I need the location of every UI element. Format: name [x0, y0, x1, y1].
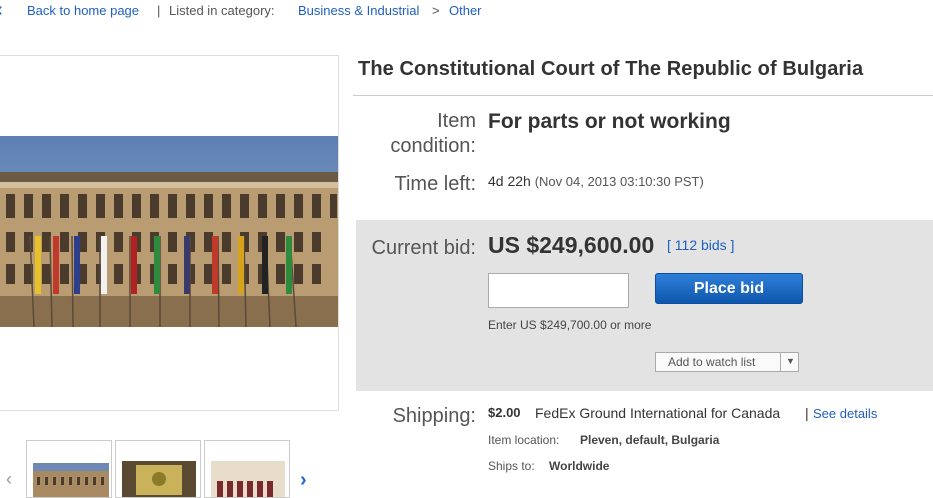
shipping-price: $2.00	[488, 405, 521, 420]
current-bid-amount: US $249,600.00	[488, 232, 655, 258]
breadcrumb-divider: |	[157, 3, 161, 18]
thumbnail-prev-icon[interactable]: ‹	[6, 469, 12, 490]
see-details-link[interactable]: See details	[813, 406, 877, 421]
item-location-label: Item location:	[488, 433, 560, 447]
thumbnail-next-icon[interactable]: ›	[300, 469, 307, 492]
time-left-remaining: 4d 22h	[488, 173, 531, 189]
breadcrumb: ‹ Back to home page | Listed in category…	[0, 0, 933, 22]
back-to-home-link[interactable]: Back to home page	[27, 3, 139, 18]
end-date: (Nov 04, 2013 03:10:30 PST)	[534, 174, 704, 189]
place-bid-button[interactable]: Place bid	[655, 273, 803, 304]
bid-count-link[interactable]: [ 112 bids ]	[667, 237, 734, 253]
shipping-label: Shipping:	[392, 405, 476, 427]
add-to-watch-list-button[interactable]: Add to watch list ▼	[655, 352, 799, 372]
condition-label-line1: Item	[437, 110, 476, 132]
current-bid-label: Current bid:	[371, 237, 477, 259]
thumbnail-3[interactable]	[204, 440, 290, 498]
subcategory-link[interactable]: Other	[449, 3, 482, 18]
condition-value: For parts or not working	[488, 110, 731, 133]
back-arrow-icon[interactable]: ‹	[0, 0, 3, 21]
chevron-down-icon[interactable]: ▼	[786, 356, 795, 366]
main-photo-frame[interactable]	[0, 55, 339, 411]
thumbnail-1-image	[27, 441, 111, 497]
bid-amount-input[interactable]	[488, 273, 629, 308]
watch-list-divider	[780, 353, 781, 371]
thumbnail-2[interactable]	[115, 440, 201, 498]
thumbnail-1[interactable]	[26, 440, 112, 498]
thumbnail-strip: ‹ ›	[0, 438, 340, 498]
main-photo[interactable]	[0, 136, 338, 327]
title-divider	[353, 95, 933, 96]
item-location-value: Pleven, default, Bulgaria	[580, 433, 720, 447]
thumbnail-3-image	[205, 441, 289, 497]
building-photo-image	[0, 136, 338, 327]
time-left-value: 4d 22h (Nov 04, 2013 03:10:30 PST)	[488, 173, 704, 189]
breadcrumb-separator: >	[432, 3, 440, 18]
shipping-divider: |	[805, 405, 809, 421]
ships-to-value: Worldwide	[549, 459, 610, 473]
thumbnail-2-image	[116, 441, 200, 497]
item-title: The Constitutional Court of The Republic…	[358, 58, 864, 80]
watch-list-label: Add to watch list	[668, 355, 756, 369]
condition-label-line2: condition:	[390, 135, 476, 157]
min-bid-note: Enter US $249,700.00 or more	[488, 318, 652, 332]
time-left-label: Time left:	[394, 173, 477, 195]
listed-in-label: Listed in category:	[169, 3, 275, 18]
shipping-method: FedEx Ground International for Canada	[535, 405, 781, 421]
category-link[interactable]: Business & Industrial	[298, 3, 419, 18]
ships-to-label: Ships to:	[488, 459, 535, 473]
